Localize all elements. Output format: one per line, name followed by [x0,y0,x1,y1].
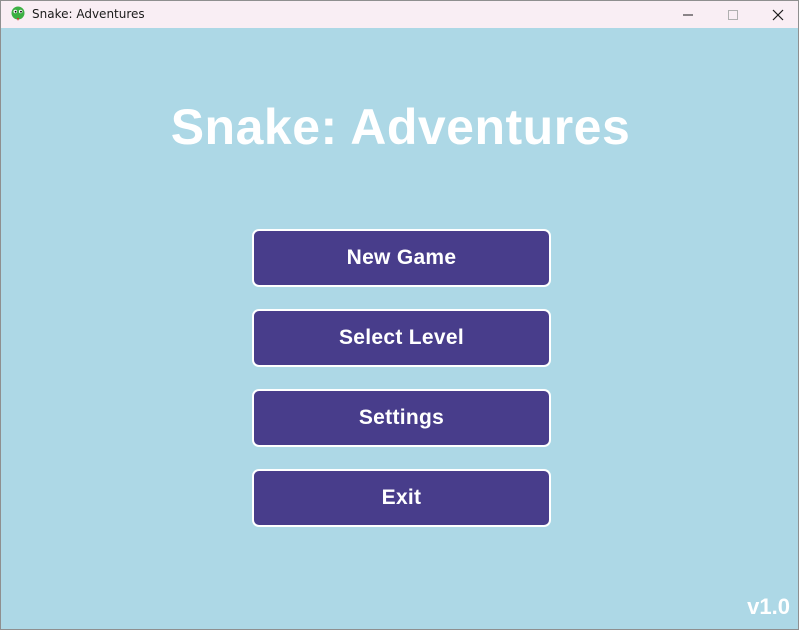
minimize-button[interactable] [665,1,711,28]
game-title: Snake: Adventures [170,99,631,155]
close-button[interactable] [755,1,798,28]
title-bar[interactable]: Snake: Adventures [1,1,798,28]
settings-button[interactable]: Settings [252,389,551,447]
exit-button[interactable]: Exit [252,469,551,527]
game-canvas: Snake: Adventures New Game Select Level … [1,28,798,629]
new-game-button[interactable]: New Game [252,229,551,287]
maximize-button[interactable] [710,1,756,28]
version-label: v1.0 [747,594,790,619]
window-title: Snake: Adventures [32,7,145,21]
minimize-icon [683,14,693,15]
app-window: Snake: Adventures Snake: Adventures New … [0,0,799,630]
maximize-icon [728,9,738,20]
close-icon [772,9,784,20]
select-level-button[interactable]: Select Level [252,309,551,367]
snake-icon [11,6,25,21]
